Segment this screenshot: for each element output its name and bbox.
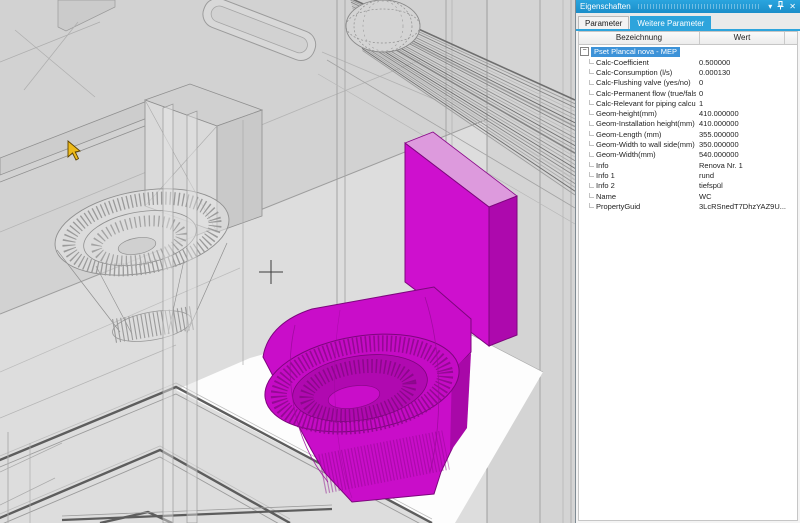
tree-branch-icon <box>589 183 594 188</box>
property-name: Calc-Coefficient <box>596 58 649 67</box>
viewport-3d[interactable] <box>0 0 575 523</box>
chevron-down-icon[interactable]: ▾ <box>768 2 772 11</box>
property-value: 0 <box>699 89 703 98</box>
property-name: Geom-Length (mm) <box>596 130 661 139</box>
property-row[interactable]: Name WC <box>579 191 797 201</box>
tree-branch-icon <box>589 69 594 74</box>
tree-branch-icon <box>589 100 594 105</box>
application-window: Eigenschaften ▾ ✕ Parameter Weitere Para… <box>0 0 800 523</box>
tree-branch-icon <box>589 152 594 157</box>
property-value: 0 <box>699 78 703 87</box>
property-row[interactable]: Geom-Length (mm) 355.000000 <box>579 129 797 139</box>
panel-titlebar[interactable]: Eigenschaften ▾ ✕ <box>576 0 800 13</box>
property-name: Geom-Width(mm) <box>596 150 656 159</box>
property-row[interactable]: Info 1 rund <box>579 170 797 180</box>
property-row[interactable]: Calc-Permanent flow (true/false)0 <box>579 88 797 98</box>
column-header-spacer <box>785 32 797 44</box>
property-value: 0.500000 <box>699 58 730 67</box>
property-name: Geom-Installation height(mm) <box>596 119 695 128</box>
close-icon[interactable]: ✕ <box>789 2 796 11</box>
property-row[interactable]: Calc-Consumption (l/s) 0.000130 <box>579 67 797 77</box>
pin-icon[interactable] <box>777 1 784 12</box>
property-row[interactable]: Info Renova Nr. 1 <box>579 160 797 170</box>
tree-branch-icon <box>589 110 594 115</box>
tree-branch-icon <box>589 59 594 64</box>
property-value: rund <box>699 171 714 180</box>
tree-branch-icon <box>589 131 594 136</box>
tree-root-row[interactable]: − Pset Plancal nova - MEP <box>579 46 797 57</box>
tree-root-label: Pset Plancal nova - MEP <box>591 47 680 57</box>
property-row[interactable]: Calc-Flushing valve (yes/no) 0 <box>579 78 797 88</box>
property-name: Name <box>596 192 616 201</box>
property-row[interactable]: Geom-Width to wall side(mm) 350.000000 <box>579 139 797 149</box>
tree-branch-icon <box>589 121 594 126</box>
tree-branch-icon <box>589 80 594 85</box>
property-value: WC <box>699 192 712 201</box>
property-row[interactable]: Info 2 tiefspül <box>579 181 797 191</box>
titlebar-grip <box>638 4 762 9</box>
property-name: Calc-Consumption (l/s) <box>596 68 672 77</box>
grid-body: − Pset Plancal nova - MEP Calc-Coefficie… <box>579 46 797 211</box>
property-name: Geom-Width to wall side(mm) <box>596 140 695 149</box>
property-value: tiefspül <box>699 181 723 190</box>
property-value: 1 <box>699 99 703 108</box>
property-row[interactable]: Calc-Relevant for piping calculation (tr… <box>579 98 797 108</box>
property-value: Renova Nr. 1 <box>699 161 743 170</box>
property-row[interactable]: PropertyGuid 3LcRSnedT7DhzYAZ9U... <box>579 201 797 211</box>
property-value: 410.000000 <box>699 109 739 118</box>
column-header-bezeichnung[interactable]: Bezeichnung <box>579 32 700 44</box>
property-row[interactable]: Calc-Coefficient 0.500000 <box>579 57 797 67</box>
property-name: Info <box>596 161 609 170</box>
tree-branch-icon <box>589 193 594 198</box>
property-rows: Calc-Coefficient0.500000Calc-Consumption… <box>579 57 797 211</box>
property-row[interactable]: Geom-height(mm) 410.000000 <box>579 108 797 118</box>
property-name: Geom-height(mm) <box>596 109 657 118</box>
panel-tabs: Parameter Weitere Parameter <box>576 13 800 31</box>
properties-panel: Eigenschaften ▾ ✕ Parameter Weitere Para… <box>575 0 800 523</box>
property-value: 355.000000 <box>699 130 739 139</box>
tree-branch-icon <box>589 162 594 167</box>
column-header-wert[interactable]: Wert <box>700 32 785 44</box>
tab-weitere-parameter[interactable]: Weitere Parameter <box>630 16 711 29</box>
property-name: Calc-Relevant for piping calculation (tr… <box>596 99 696 108</box>
property-grid: Bezeichnung Wert − Pset Plancal nova - M… <box>578 31 798 521</box>
property-name: PropertyGuid <box>596 202 640 211</box>
property-value: 0.000130 <box>699 68 730 77</box>
panel-content: Bezeichnung Wert − Pset Plancal nova - M… <box>576 31 800 523</box>
property-row[interactable]: Geom-Installation height(mm) 410.000000 <box>579 119 797 129</box>
panel-title: Eigenschaften <box>580 0 631 13</box>
property-name: Info 1 <box>596 171 615 180</box>
property-row[interactable]: Geom-Width(mm) 540.000000 <box>579 150 797 160</box>
tree-branch-icon <box>589 141 594 146</box>
collapse-icon[interactable]: − <box>580 47 589 56</box>
property-name: Info 2 <box>596 181 615 190</box>
tree-branch-icon <box>589 203 594 208</box>
property-value: 350.000000 <box>699 140 739 149</box>
grid-header: Bezeichnung Wert <box>579 32 797 45</box>
property-name: Calc-Permanent flow (true/false) <box>596 89 696 98</box>
property-name: Calc-Flushing valve (yes/no) <box>596 78 691 87</box>
tab-parameter[interactable]: Parameter <box>578 16 629 29</box>
tree-branch-icon <box>589 172 594 177</box>
property-value: 540.000000 <box>699 150 739 159</box>
property-value: 410.000000 <box>699 119 739 128</box>
property-value: 3LcRSnedT7DhzYAZ9U... <box>699 202 786 211</box>
tree-branch-icon <box>589 90 594 95</box>
